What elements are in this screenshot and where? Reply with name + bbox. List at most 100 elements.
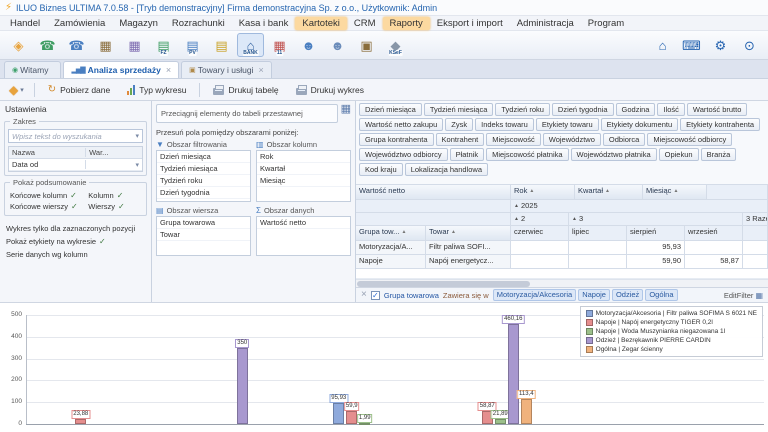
pivot-field-button[interactable]: Branża: [701, 148, 737, 161]
quick-actions-icon[interactable]: ◈: [5, 33, 32, 57]
print-table-button[interactable]: Drukuj tabelę: [206, 82, 285, 98]
pivot-field-button[interactable]: Opiekun: [659, 148, 699, 161]
summary-checkbox[interactable]: Końcowe wierszy ✓: [8, 201, 86, 212]
pivot-field-button[interactable]: Lokalizacja handlowa: [405, 163, 488, 176]
field-item[interactable]: Towar: [157, 229, 250, 241]
legend-item[interactable]: Motoryzacja/Akcesoria | Filtr paliwa SOF…: [586, 310, 757, 317]
option-checkbox[interactable]: Serie danych wg kolumn: [5, 248, 146, 261]
pivot-field-button[interactable]: Odbiorca: [603, 133, 645, 146]
cash-documents-icon[interactable]: ▤: [208, 33, 235, 57]
collapse-icon[interactable]: ▲: [572, 216, 577, 222]
pivot-year-header[interactable]: ▲2025: [511, 200, 768, 213]
layout-grid-icon[interactable]: ▦: [341, 104, 351, 115]
menu-item[interactable]: Rozrachunki: [165, 17, 232, 30]
pivot-column-field-miesiac[interactable]: Miesiąc▲: [643, 185, 707, 200]
sales-cart-icon[interactable]: ▦: [92, 33, 119, 57]
option-checkbox[interactable]: Wykres tylko dla zaznaczonych pozycji: [5, 222, 146, 235]
range-grid-row[interactable]: Data od ▾: [9, 159, 142, 171]
tab-close-icon[interactable]: ×: [258, 65, 263, 75]
filter-value-chip[interactable]: Napoje: [578, 289, 610, 301]
menu-item[interactable]: Eksport i import: [430, 17, 510, 30]
warehouse-icon[interactable]: ▣: [353, 33, 380, 57]
pivot-field-button[interactable]: Miejscowość płatnika: [486, 148, 568, 161]
field-item[interactable]: Dzień tygodnia: [157, 187, 250, 199]
option-checkbox[interactable]: Pokaż etykiety na wykresie ✓: [5, 235, 146, 248]
pivot-field-button[interactable]: Etykiety towaru: [536, 118, 599, 131]
pivot-field-button[interactable]: Godzina: [616, 103, 656, 116]
chart-bar[interactable]: [521, 399, 532, 424]
menu-item[interactable]: Kasa i bank: [232, 17, 296, 30]
filter-field-name[interactable]: Grupa towarowa: [384, 291, 439, 300]
filter-value-chip[interactable]: Ogólna: [645, 289, 677, 301]
pivot-data-field-button[interactable]: Wartość netto: [356, 185, 511, 200]
edit-filter-button[interactable]: EditFilter ▦: [724, 291, 763, 300]
document-tab[interactable]: ▣ Towary i usługi ×: [181, 61, 272, 78]
pivot-column-field-kwartal[interactable]: Kwartał▲: [575, 185, 643, 200]
chart-bar[interactable]: [75, 419, 86, 424]
collapse-icon[interactable]: ▲: [514, 203, 519, 209]
field-item[interactable]: Miesiąc: [257, 175, 350, 187]
home-icon[interactable]: ⌂: [649, 33, 676, 57]
filter-value-chip[interactable]: Motoryzacja/Akcesoria: [493, 289, 576, 301]
chart-bar[interactable]: [333, 403, 344, 424]
pivot-column-field-rok[interactable]: Rok▲: [511, 185, 575, 200]
scrollbar-thumb[interactable]: [357, 281, 530, 287]
settings-icon[interactable]: ⚙: [707, 33, 734, 57]
legend-item[interactable]: Ogólna | Zegar ścienny: [586, 346, 757, 353]
incoming-call-icon[interactable]: ☎: [34, 33, 61, 57]
document-tab[interactable]: ▂▅▇ Analiza sprzedaży ×: [63, 61, 179, 78]
search-input[interactable]: Wpisz tekst do wyszukania ▾: [8, 129, 143, 143]
chart-type-button[interactable]: Typ wykresu: [120, 82, 193, 98]
pivot-field-button[interactable]: Kontrahent: [436, 133, 485, 146]
print-chart-button[interactable]: Drukuj wykres: [289, 82, 371, 98]
pivot-field-button[interactable]: Województwo odbiorcy: [359, 148, 448, 161]
value-dropdown-icon[interactable]: ▾: [135, 161, 139, 169]
summary-checkbox[interactable]: Końcowe kolumn ✓: [8, 190, 86, 201]
pivot-field-button[interactable]: Etykiety dokumentu: [601, 118, 678, 131]
pivot-month-header[interactable]: sierpień: [627, 226, 685, 241]
pivot-field-button[interactable]: Dzień miesiąca: [359, 103, 422, 116]
value-column-header[interactable]: War...: [86, 148, 142, 157]
pivot-field-button[interactable]: Miejscowość odbiorcy: [647, 133, 732, 146]
pivot-row-field-grupa[interactable]: Grupa tow...▲: [356, 226, 426, 241]
purchase-cart-icon[interactable]: ▦: [121, 33, 148, 57]
menu-item[interactable]: CRM: [347, 17, 383, 30]
pivot-field-button[interactable]: Ilość: [657, 103, 684, 116]
pivot-field-button[interactable]: Kod kraju: [359, 163, 403, 176]
invoice-fz-icon[interactable]: ▤ FZ: [150, 33, 177, 57]
menu-item[interactable]: Kartoteki: [295, 17, 347, 30]
legend-item[interactable]: Napoje | Woda Muszynianka niegazowana 1l: [586, 328, 757, 335]
chart-bar[interactable]: [508, 324, 519, 424]
menu-item[interactable]: Handel: [3, 17, 47, 30]
pivot-field-button[interactable]: Wartość brutto: [687, 103, 748, 116]
collapse-icon[interactable]: ▲: [514, 216, 519, 222]
pivot-quarter-header[interactable]: ▲2: [511, 213, 569, 226]
pivot-month-header[interactable]: lipiec: [569, 226, 627, 241]
filter-remove-icon[interactable]: ×: [361, 290, 367, 300]
menu-item[interactable]: Zamówienia: [47, 17, 112, 30]
pivot-field-button[interactable]: Tydzień miesiąca: [424, 103, 494, 116]
power-icon[interactable]: ⊙: [736, 33, 763, 57]
pivot-month-header[interactable]: wrzesień: [685, 226, 743, 241]
document-tab[interactable]: ◉ Witamy: [4, 61, 61, 78]
pivot-hscrollbar[interactable]: [356, 279, 768, 287]
pivot-quarter-total-header[interactable]: 3 Razem: [743, 213, 768, 226]
pivot-field-button[interactable]: Grupa kontrahenta: [359, 133, 434, 146]
pivot-field-button[interactable]: Województwo płatnika: [571, 148, 657, 161]
pivot-field-button[interactable]: Wartość netto zakupu: [359, 118, 443, 131]
menu-item[interactable]: Raporty: [383, 17, 430, 30]
pivot-field-button[interactable]: Miejscowość: [486, 133, 541, 146]
menu-item[interactable]: Administracja: [510, 17, 581, 30]
summary-checkbox[interactable]: Wierszy ✓: [86, 201, 143, 212]
field-item[interactable]: Kwartał: [257, 163, 350, 175]
chart-bar[interactable]: [495, 419, 506, 424]
pivot-field-button[interactable]: Płatnik: [450, 148, 485, 161]
field-item[interactable]: Rok: [257, 151, 350, 163]
menu-item[interactable]: Magazyn: [112, 17, 165, 30]
pivot-data-row[interactable]: Napoje Napój energetycz... 59,90 58,87: [356, 255, 768, 269]
bank-icon[interactable]: ⌂ BANK: [237, 33, 264, 57]
pivot-data-row[interactable]: Motoryzacja/A... Filtr paliwa SOFI... 95…: [356, 241, 768, 255]
pivot-row-field-towar[interactable]: Towar▲: [426, 226, 511, 241]
pivot-quarter-header[interactable]: ▲3: [569, 213, 743, 226]
filter-value-chip[interactable]: Odzież: [612, 289, 643, 301]
